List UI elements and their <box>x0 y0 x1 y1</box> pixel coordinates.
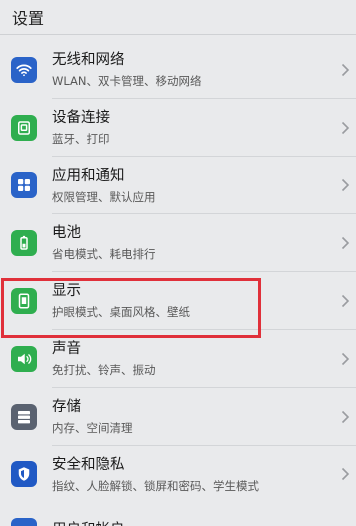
user-icon <box>11 518 37 526</box>
device-connect-icon <box>11 114 37 141</box>
settings-item-title: 应用和通知 <box>52 167 125 184</box>
settings-item-sound[interactable]: 声音 免打扰、铃声、振动 <box>0 330 356 388</box>
wifi-icon <box>11 56 37 83</box>
settings-item-subtitle: 权限管理、默认应用 <box>52 189 156 204</box>
chevron-right-icon <box>341 63 350 77</box>
display-icon <box>11 288 37 315</box>
settings-item-title: 电池 <box>52 225 81 242</box>
chevron-right-icon <box>341 410 350 424</box>
settings-item-security-privacy[interactable]: 安全和隐私 指纹、人脸解锁、锁屏和密码、学生模式 <box>0 446 356 504</box>
settings-item-battery[interactable]: 电池 省电模式、耗电排行 <box>0 214 356 273</box>
settings-item-title: 用户和帐户 <box>52 518 125 526</box>
settings-item-title: 无线和网络 <box>52 52 125 68</box>
settings-item-users-accounts[interactable]: 用户和帐户 <box>0 506 356 526</box>
settings-item-subtitle: 省电模式、耗电排行 <box>52 247 156 262</box>
chevron-right-icon <box>341 294 350 308</box>
chevron-right-icon <box>341 178 350 192</box>
settings-item-subtitle: 内存、空间清理 <box>52 420 133 435</box>
settings-item-subtitle: 护眼模式、桌面风格、壁纸 <box>52 305 190 320</box>
settings-item-subtitle: 免打扰、铃声、振动 <box>52 362 156 377</box>
apps-icon <box>11 172 37 199</box>
settings-item-subtitle: WLAN、双卡管理、移动网络 <box>52 74 202 88</box>
settings-item-title: 安全和隐私 <box>52 456 125 473</box>
chevron-right-icon <box>341 352 350 366</box>
chevron-right-icon <box>341 121 350 135</box>
shield-icon <box>11 461 37 488</box>
settings-item-wireless[interactable]: 无线和网络 WLAN、双卡管理、移动网络 <box>0 41 356 99</box>
page-title: 设置 <box>12 9 45 28</box>
sound-icon <box>11 345 37 372</box>
chevron-right-icon <box>341 236 350 250</box>
settings-item-title: 存储 <box>52 398 81 415</box>
header-divider <box>0 34 356 35</box>
chevron-right-icon <box>341 467 350 481</box>
storage-icon <box>11 403 37 430</box>
settings-item-title: 显示 <box>52 283 81 300</box>
settings-item-title: 声音 <box>52 340 81 357</box>
settings-item-subtitle: 指纹、人脸解锁、锁屏和密码、学生模式 <box>52 478 259 493</box>
battery-icon <box>11 230 37 257</box>
settings-list: 无线和网络 WLAN、双卡管理、移动网络 设备连接 蓝牙、打印 应用和通知 权限… <box>0 41 356 503</box>
settings-item-storage[interactable]: 存储 内存、空间清理 <box>0 388 356 446</box>
settings-item-subtitle: 蓝牙、打印 <box>52 131 110 146</box>
settings-item-device-connection[interactable]: 设备连接 蓝牙、打印 <box>0 99 356 157</box>
settings-item-apps-notifications[interactable]: 应用和通知 权限管理、默认应用 <box>0 157 356 215</box>
page-header: 设置 <box>0 0 356 34</box>
settings-item-display[interactable]: 显示 护眼模式、桌面风格、壁纸 <box>0 272 356 330</box>
settings-item-title: 设备连接 <box>52 109 110 126</box>
